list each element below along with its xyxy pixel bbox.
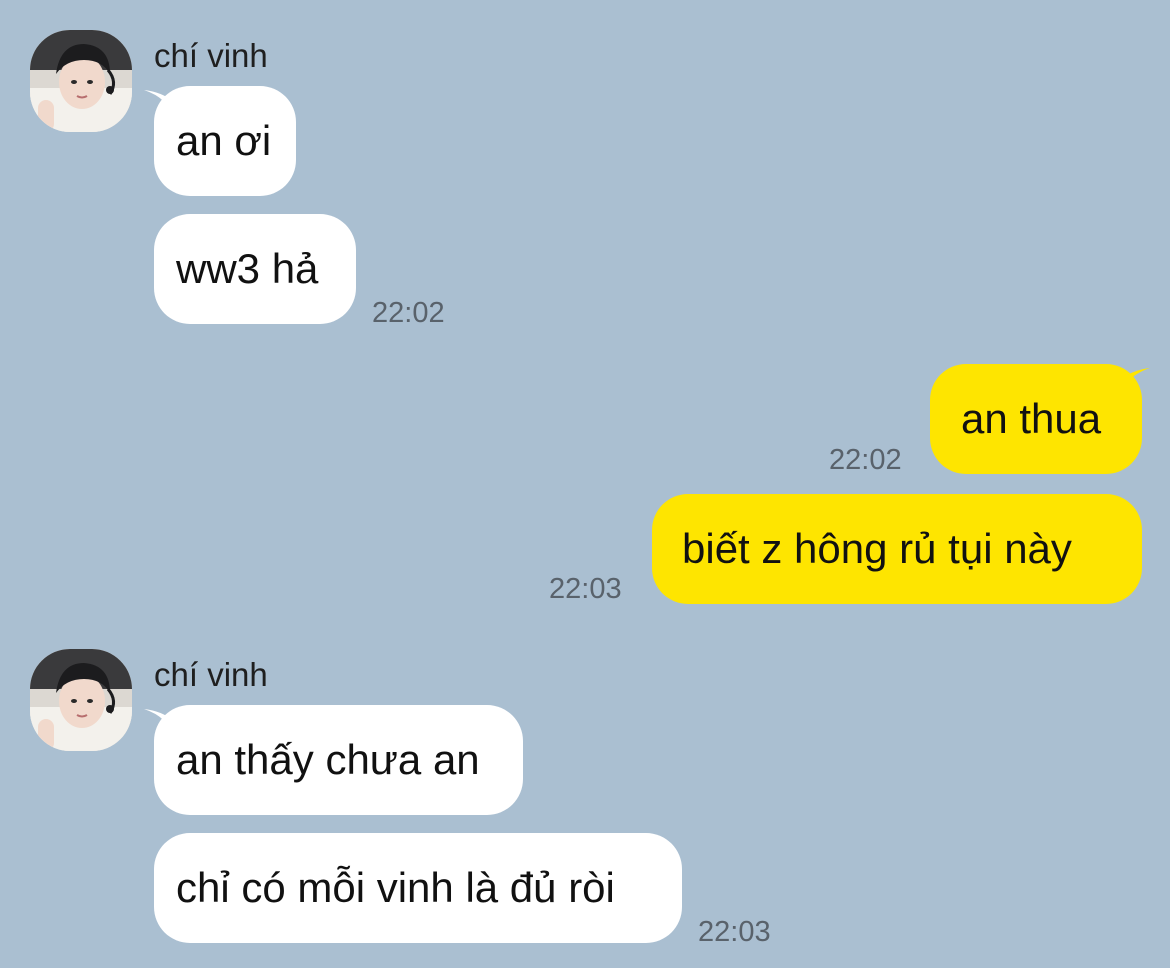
message-bubble[interactable]: chỉ có mỗi vinh là đủ ròi — [154, 833, 682, 943]
avatar-photo-icon — [30, 649, 132, 751]
message-bubble[interactable]: biết z hông rủ tụi này — [652, 494, 1142, 604]
sender-avatar[interactable] — [30, 30, 132, 132]
message-bubble[interactable]: ww3 hả — [154, 214, 356, 324]
sender-name: chí vinh — [154, 656, 268, 693]
message-timestamp: 22:03 — [698, 916, 771, 948]
avatar-photo-icon — [30, 30, 132, 132]
sender-name: chí vinh — [154, 37, 268, 74]
message-timestamp: 22:03 — [549, 573, 622, 605]
message-bubble[interactable]: an thua — [930, 364, 1142, 474]
message-timestamp: 22:02 — [372, 297, 445, 329]
sender-avatar[interactable] — [30, 649, 132, 751]
message-bubble[interactable]: an ơi — [154, 86, 296, 196]
chat-thread: chí vinh an ơi ww3 hả 22:02 an thua 22:0… — [0, 0, 1170, 968]
message-timestamp: 22:02 — [829, 444, 902, 476]
message-bubble[interactable]: an thấy chưa an — [154, 705, 523, 815]
